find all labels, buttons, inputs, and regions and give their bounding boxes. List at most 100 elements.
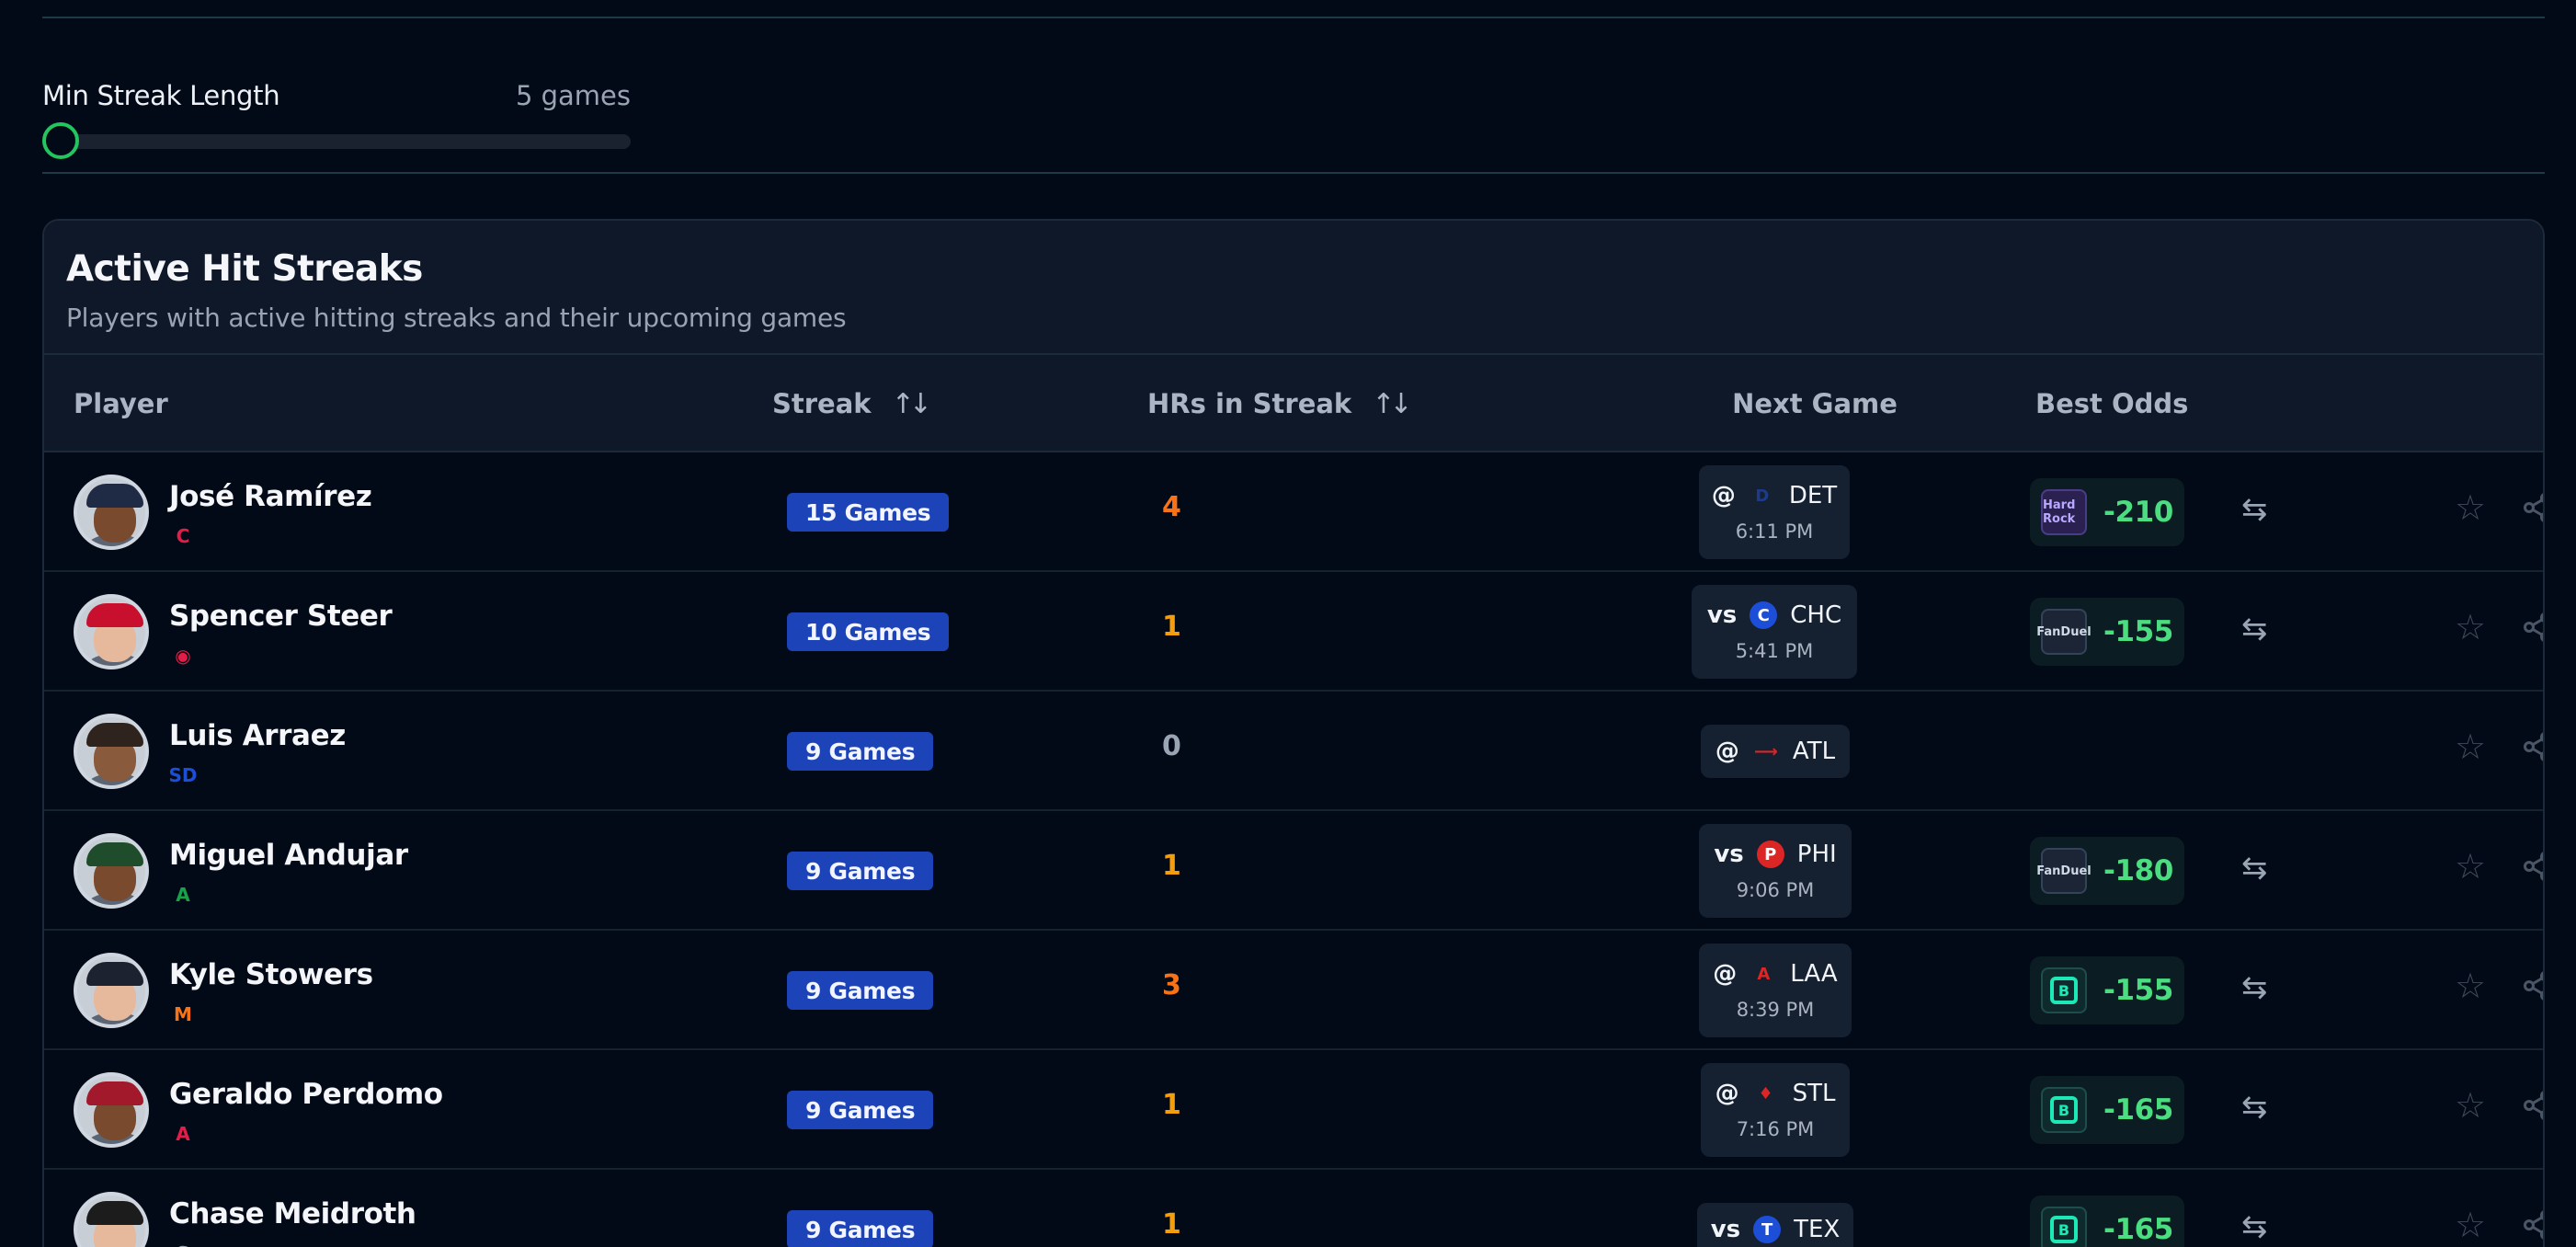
table-row[interactable]: Miguel Andujar A 9 Games 1 vs P PHI 9:06… bbox=[44, 811, 2543, 931]
best-odds-pill[interactable]: FanDuel -180 bbox=[2030, 837, 2184, 905]
share-icon[interactable] bbox=[2521, 969, 2545, 1002]
table-row[interactable]: Geraldo Perdomo A 9 Games 1 @ ♦ STL 7:16… bbox=[44, 1050, 2543, 1170]
sportsbook-logo-icon: B bbox=[2041, 1087, 2087, 1133]
filter-divider bbox=[42, 172, 2545, 174]
opponent-logo-icon: ⟶ bbox=[1754, 741, 1778, 761]
player-name[interactable]: Spencer Steer bbox=[169, 600, 393, 633]
hrs-in-streak: 1 bbox=[1162, 1208, 1181, 1241]
next-game-pill[interactable]: vs P PHI 9:06 PM bbox=[1699, 824, 1852, 918]
column-label: Streak bbox=[772, 388, 872, 419]
avatar-cap bbox=[86, 723, 143, 747]
column-header-streak[interactable]: Streak ↑↓ bbox=[772, 355, 932, 452]
next-game-pill[interactable]: @ ⟶ ATL bbox=[1701, 725, 1850, 778]
hrs-in-streak: 1 bbox=[1162, 1089, 1181, 1121]
matchup: @ D DET bbox=[1712, 482, 1837, 509]
opponent-logo-icon: T bbox=[1753, 1216, 1782, 1243]
table-row[interactable]: Spencer Steer ◉ 10 Games 1 vs C CHC 5:41… bbox=[44, 572, 2543, 692]
home-away-indicator: @ bbox=[1713, 960, 1738, 988]
star-icon[interactable]: ☆ bbox=[2455, 1085, 2486, 1126]
share-icon[interactable] bbox=[2521, 730, 2545, 763]
card-title: Active Hit Streaks bbox=[66, 248, 423, 290]
avatar bbox=[74, 833, 149, 909]
best-odds-pill[interactable]: B -165 bbox=[2030, 1196, 2184, 1247]
player-name[interactable]: Luis Arraez bbox=[169, 719, 346, 752]
column-header-hrs[interactable]: HRs in Streak ↑↓ bbox=[1147, 355, 1413, 452]
home-away-indicator: @ bbox=[1715, 1080, 1739, 1107]
sportsbook-logo-icon: B bbox=[2041, 1207, 2087, 1247]
min-streak-slider[interactable] bbox=[42, 122, 631, 159]
best-odds-pill[interactable]: FanDuel -155 bbox=[2030, 598, 2184, 666]
opponent-logo-icon: ♦ bbox=[1758, 1083, 1773, 1104]
player-name[interactable]: Geraldo Perdomo bbox=[169, 1078, 443, 1111]
streak-badge: 15 Games bbox=[787, 493, 950, 532]
table-row[interactable]: Kyle Stowers M 9 Games 3 @ A LAA 8:39 PM… bbox=[44, 931, 2543, 1050]
next-game-pill[interactable]: @ D DET 6:11 PM bbox=[1699, 465, 1850, 559]
sportsbook-logo-icon: FanDuel bbox=[2036, 848, 2092, 894]
swap-arrows-icon[interactable]: ⇆ bbox=[2241, 1208, 2268, 1245]
avatar bbox=[74, 714, 149, 789]
column-header-best-odds: Best Odds bbox=[2035, 355, 2188, 452]
star-icon[interactable]: ☆ bbox=[2455, 846, 2486, 887]
table-header: Player Streak ↑↓ HRs in Streak ↑↓ Next Gam… bbox=[44, 355, 2543, 452]
matchup: vs T TEX bbox=[1710, 1216, 1840, 1243]
streak-badge: 9 Games bbox=[787, 971, 934, 1010]
player-name[interactable]: Kyle Stowers bbox=[169, 958, 373, 991]
player-name[interactable]: Chase Meidroth bbox=[169, 1197, 416, 1230]
table-row[interactable]: Chase Meidroth S 9 Games 1 vs T TEX B -1… bbox=[44, 1170, 2543, 1247]
odds-value: -165 bbox=[2103, 1213, 2173, 1246]
avatar bbox=[74, 953, 149, 1028]
star-icon[interactable]: ☆ bbox=[2455, 607, 2486, 647]
opponent-logo-icon: D bbox=[1755, 486, 1770, 506]
table-row[interactable]: Luis Arraez SD 9 Games 0 @ ⟶ ATL ☆ bbox=[44, 692, 2543, 811]
player-name[interactable]: José Ramírez bbox=[169, 480, 372, 513]
team-logo-icon: M bbox=[174, 1003, 192, 1025]
star-icon[interactable]: ☆ bbox=[2455, 487, 2486, 528]
hrs-in-streak: 3 bbox=[1162, 969, 1181, 1001]
card-subtitle: Players with active hitting streaks and … bbox=[66, 303, 847, 333]
matchup: @ A LAA bbox=[1713, 960, 1837, 988]
opponent-abbr: DET bbox=[1788, 482, 1838, 509]
hrs-in-streak: 4 bbox=[1162, 491, 1181, 523]
matchup: vs C CHC bbox=[1707, 601, 1841, 629]
best-odds-pill[interactable]: B -165 bbox=[2030, 1076, 2184, 1144]
slider-thumb[interactable] bbox=[42, 122, 79, 159]
sportsbook-logo-icon: Hard Rock bbox=[2041, 489, 2087, 535]
best-odds-pill[interactable]: Hard Rock -210 bbox=[2030, 478, 2184, 546]
column-header-player: Player bbox=[74, 355, 168, 452]
sort-arrows-icon[interactable]: ↑↓ bbox=[892, 388, 932, 420]
next-game-pill[interactable]: @ A LAA 8:39 PM bbox=[1699, 944, 1852, 1037]
star-icon[interactable]: ☆ bbox=[2455, 726, 2486, 767]
next-game-pill[interactable]: vs T TEX bbox=[1697, 1203, 1853, 1247]
swap-arrows-icon[interactable]: ⇆ bbox=[2241, 850, 2268, 887]
star-icon[interactable]: ☆ bbox=[2455, 966, 2486, 1006]
swap-arrows-icon[interactable]: ⇆ bbox=[2241, 611, 2268, 647]
share-icon[interactable] bbox=[2521, 850, 2545, 883]
swap-arrows-icon[interactable]: ⇆ bbox=[2241, 1089, 2268, 1126]
table-row[interactable]: José Ramírez C 15 Games 4 @ D DET 6:11 P… bbox=[44, 452, 2543, 572]
min-streak-label: Min Streak Length bbox=[42, 80, 280, 111]
opponent-abbr: PHI bbox=[1796, 841, 1837, 868]
avatar bbox=[74, 1192, 149, 1247]
next-game-pill[interactable]: @ ♦ STL 7:16 PM bbox=[1701, 1063, 1850, 1157]
sort-arrows-icon[interactable]: ↑↓ bbox=[1372, 388, 1412, 420]
home-away-indicator: vs bbox=[1706, 601, 1738, 629]
share-icon[interactable] bbox=[2521, 1089, 2545, 1122]
sportsbook-logo-text: FanDuel bbox=[2036, 624, 2092, 639]
avatar-cap bbox=[86, 842, 143, 866]
share-icon[interactable] bbox=[2521, 491, 2545, 524]
swap-arrows-icon[interactable]: ⇆ bbox=[2241, 491, 2268, 528]
odds-value: -155 bbox=[2103, 615, 2173, 648]
player-name[interactable]: Miguel Andujar bbox=[169, 839, 408, 872]
best-odds-pill[interactable]: B -155 bbox=[2030, 956, 2184, 1024]
home-away-indicator: vs bbox=[1710, 1216, 1741, 1243]
swap-arrows-icon[interactable]: ⇆ bbox=[2241, 969, 2268, 1006]
share-icon[interactable] bbox=[2521, 611, 2545, 644]
avatar-cap bbox=[86, 603, 143, 627]
opponent-abbr: LAA bbox=[1790, 960, 1838, 988]
next-game-pill[interactable]: vs C CHC 5:41 PM bbox=[1692, 585, 1857, 679]
min-streak-value: 5 games bbox=[515, 80, 631, 111]
share-icon[interactable] bbox=[2521, 1208, 2545, 1241]
avatar bbox=[74, 475, 149, 550]
hrs-in-streak: 1 bbox=[1162, 611, 1181, 643]
star-icon[interactable]: ☆ bbox=[2455, 1205, 2486, 1245]
